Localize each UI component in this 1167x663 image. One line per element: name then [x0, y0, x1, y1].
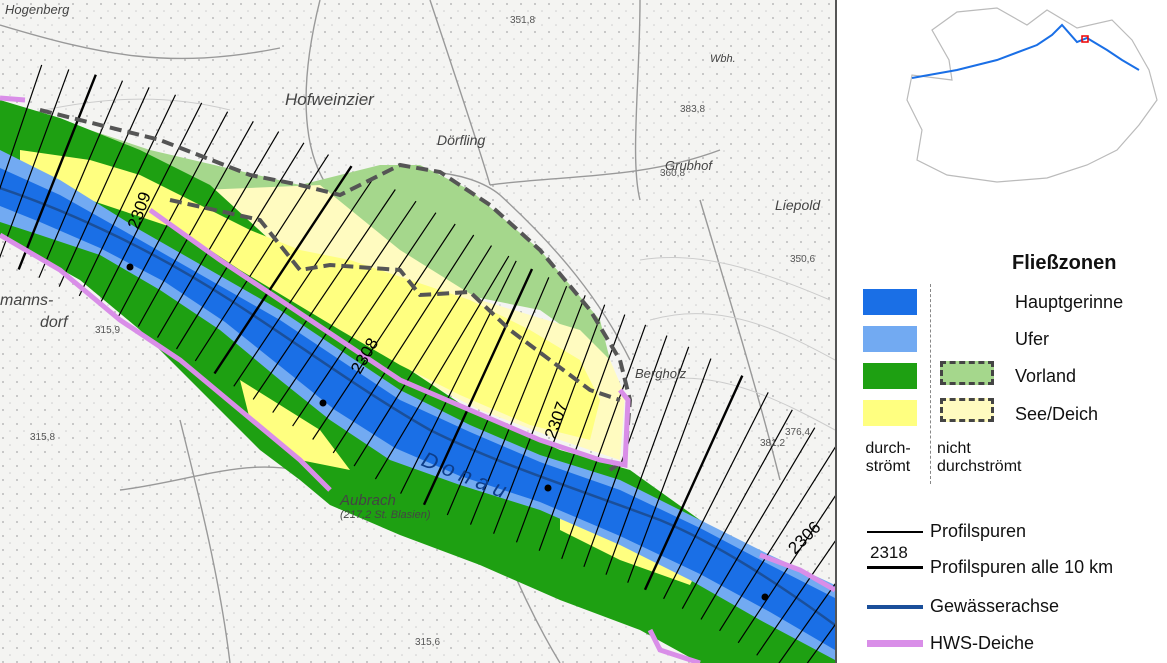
- map-viewer: 2309 2308 2307 2306 D o n a u Hofweinzie…: [0, 0, 1167, 663]
- swatch-see-deich: [863, 400, 917, 426]
- km-point-2309: [126, 263, 134, 271]
- place-label-mannsdorf-1: manns-: [0, 292, 53, 309]
- elevation-label-7: 381,2: [760, 438, 785, 449]
- map-canvas[interactable]: 2309 2308 2307 2306 D o n a u Hofweinzie…: [0, 0, 835, 663]
- km-point-2307: [544, 484, 552, 492]
- legend-line-dike: [867, 640, 923, 647]
- elevation-label-1: 351,8: [510, 15, 535, 26]
- km-point-2308: [319, 399, 327, 407]
- elevation-label-9: 360,8: [660, 168, 685, 179]
- legend-col-flowing: durch- strömt: [865, 440, 911, 475]
- swatch-see-deich-not-flowing: [940, 398, 994, 422]
- place-label-doerfling: Dörfling: [437, 132, 485, 148]
- legend-panel: Fließzonen Hauptgerinne Ufer Vorland See…: [837, 0, 1167, 663]
- swatch-vorland-not-flowing: [940, 361, 994, 385]
- legend-col-not-flowing: nicht durchströmt: [937, 440, 1022, 475]
- legend-column-divider: [930, 284, 931, 484]
- place-label-hogenberg: Hogenberg: [5, 2, 70, 17]
- legend-label-dike: HWS-Deiche: [930, 633, 1035, 653]
- swatch-hauptgerinne: [863, 289, 917, 315]
- place-label-mannsdorf-2: dorf: [40, 314, 69, 331]
- place-label-hofweinzier: Hofweinzier: [285, 90, 375, 109]
- dike-nw: [0, 95, 26, 103]
- km-point-2306: [761, 593, 769, 601]
- overview-region-outline: [906, 7, 1158, 183]
- legend-label-profile10: Profilspuren alle 10 km: [930, 557, 1114, 577]
- legend-label-profile: Profilspuren: [930, 521, 1027, 541]
- legend-label-axis: Gewässerachse: [930, 596, 1060, 616]
- place-label-bergholz: Bergholz: [635, 366, 687, 381]
- swatch-ufer: [863, 326, 917, 352]
- legend-label-ufer: Ufer: [1015, 329, 1050, 349]
- swatch-vorland: [863, 363, 917, 389]
- legend-label-vorland: Vorland: [1015, 366, 1077, 386]
- legend-line-axis: [867, 605, 923, 609]
- elevation-label-5: 315,9: [95, 325, 120, 336]
- legend-line-profile10: [867, 566, 923, 569]
- place-label-aubrach-note: (217,2 St. Blasien): [340, 509, 431, 521]
- legend-line-profile: [867, 531, 923, 533]
- legend-label-hauptgerinne: Hauptgerinne: [1015, 292, 1124, 312]
- legend-profile10-number: 2318: [870, 543, 908, 562]
- elevation-label-3: 315,8: [30, 432, 55, 443]
- place-label-wbh: Wbh.: [710, 53, 736, 65]
- elevation-label-4: 315,6: [415, 637, 440, 648]
- overview-map[interactable]: [877, 0, 1167, 185]
- place-label-aubrach: Aubrach: [339, 492, 396, 509]
- legend-title: Fließzonen: [1012, 252, 1117, 274]
- elevation-label-2: 383,8: [680, 104, 705, 115]
- elevation-label-8: 376,4: [785, 427, 810, 438]
- legend-label-see-deich: See/Deich: [1015, 404, 1099, 424]
- place-label-liepold: Liepold: [775, 197, 821, 213]
- topographic-map[interactable]: 2309 2308 2307 2306 D o n a u Hofweinzie…: [0, 0, 835, 663]
- elevation-label-6: 350,6: [790, 254, 815, 265]
